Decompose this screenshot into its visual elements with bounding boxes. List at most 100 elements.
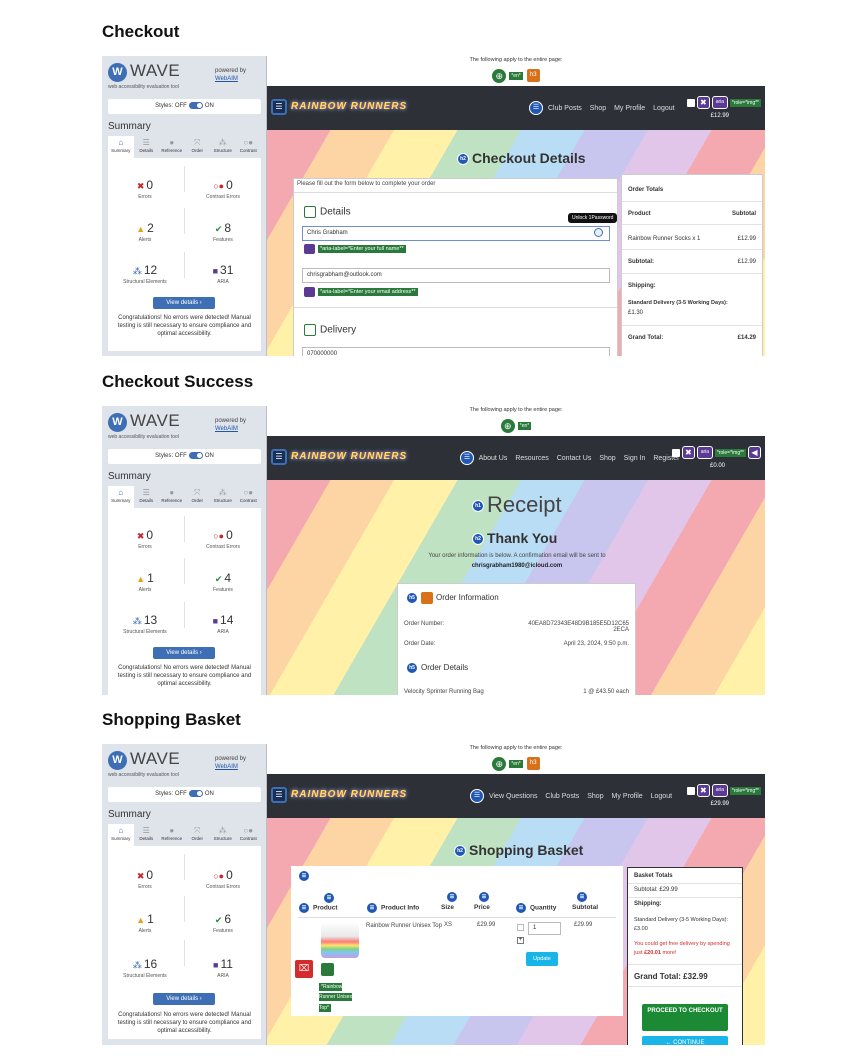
- stat-contrast[interactable]: ○● 0 Contrast Errors: [188, 528, 258, 550]
- tab-structure[interactable]: ⁂ Structure: [210, 136, 236, 158]
- nav-shop[interactable]: Shop: [590, 105, 606, 112]
- view-details-button[interactable]: View details ›: [153, 297, 215, 309]
- nav-my-profile[interactable]: My Profile: [614, 105, 645, 112]
- update-button[interactable]: Update: [526, 952, 558, 966]
- view-details-button[interactable]: View details ›: [153, 993, 215, 1005]
- tab-order[interactable]: ⤧ Order: [185, 486, 211, 508]
- stat-errors[interactable]: ✖ 0 Errors: [110, 868, 180, 890]
- brand-logo[interactable]: RAINBOW RUNNERS: [291, 451, 407, 462]
- styles-toggle-bar: Styles: OFF ON: [108, 99, 261, 114]
- nav-contact-us[interactable]: Contact Us: [557, 455, 592, 462]
- page-title: h2 Shopping Basket: [454, 842, 583, 858]
- tab-summary[interactable]: ⌂ Summary: [108, 136, 134, 158]
- tab-details[interactable]: ☰ Details: [134, 136, 160, 158]
- webaim-link[interactable]: WebAIM: [215, 75, 246, 83]
- stat-features[interactable]: ✔ 4 Features: [188, 571, 258, 593]
- stat-structural[interactable]: ⁂ 12 Structural Elements: [110, 263, 180, 285]
- nav-shop[interactable]: Shop: [599, 455, 615, 462]
- nav-logout[interactable]: Logout: [653, 105, 674, 112]
- tab-order[interactable]: ⤧ Order: [185, 136, 211, 158]
- h3-icon[interactable]: h3: [526, 757, 540, 771]
- stat-aria[interactable]: ■ 31 ARIA: [188, 263, 258, 285]
- styles-toggle[interactable]: [188, 789, 203, 797]
- tab-reference[interactable]: ● Reference: [159, 824, 185, 846]
- full-name-field[interactable]: Chris Grabham: [302, 226, 610, 241]
- stat-aria[interactable]: ■ 14 ARIA: [188, 613, 258, 635]
- nav-about-us[interactable]: About Us: [479, 455, 508, 462]
- stat-aria[interactable]: ■ 11 ARIA: [188, 957, 258, 979]
- phone-field[interactable]: 070000000: [302, 347, 610, 356]
- tab-order[interactable]: ⤧ Order: [185, 824, 211, 846]
- styles-toggle-bar: Styles: OFF ON: [108, 449, 261, 464]
- h3-icon[interactable]: h3: [526, 69, 540, 83]
- h5-icon: h5: [406, 662, 418, 674]
- wave-powered-by: powered by WebAIM: [215, 68, 247, 83]
- nav-logout[interactable]: Logout: [651, 793, 672, 800]
- decrement-button[interactable]: [517, 924, 524, 931]
- webaim-link[interactable]: WebAIM: [215, 425, 246, 433]
- info-icon: ●: [169, 138, 175, 147]
- tab-contrast[interactable]: ○● Contrast: [236, 486, 262, 508]
- view-details-button[interactable]: View details ›: [153, 647, 215, 659]
- list-icon: ☰: [142, 826, 150, 835]
- stat-contrast[interactable]: ○● 0 Contrast Errors: [188, 868, 258, 890]
- language-globe-icon[interactable]: ⊕: [492, 68, 507, 83]
- webaim-link[interactable]: WebAIM: [215, 763, 246, 771]
- language-globe-icon[interactable]: ⊕: [492, 756, 507, 771]
- styles-toggle[interactable]: [188, 451, 203, 459]
- bag-icon[interactable]: [686, 786, 695, 795]
- aria-label-email: *aria-label=*Enter your email address**: [304, 287, 418, 297]
- tab-structure[interactable]: ⁂ Structure: [210, 486, 236, 508]
- stat-features[interactable]: ✔ 8 Features: [188, 221, 258, 243]
- brand-logo[interactable]: RAINBOW RUNNERS: [291, 789, 407, 800]
- stat-structural[interactable]: ⁂ 13 Structural Elements: [110, 613, 180, 635]
- tab-summary[interactable]: ⌂ Summary: [108, 486, 134, 508]
- tab-reference[interactable]: ● Reference: [159, 486, 185, 508]
- stat-alerts[interactable]: ▲ 1 Alerts: [110, 571, 180, 593]
- language-globe-icon[interactable]: ⊕: [500, 418, 515, 433]
- stat-contrast[interactable]: ○● 0 Contrast Errors: [188, 178, 258, 200]
- nav-resources[interactable]: Resources: [515, 455, 548, 462]
- tab-contrast[interactable]: ○● Contrast: [236, 824, 262, 846]
- product-name[interactable]: Rainbow Runner Unisex Top: [366, 922, 442, 931]
- nav-club-posts[interactable]: Club Posts: [545, 793, 579, 800]
- summary-heading: Summary: [108, 121, 151, 132]
- proceed-to-checkout-button[interactable]: PROCEED TO CHECKOUT: [642, 1004, 728, 1031]
- bag-icon[interactable]: [686, 98, 695, 107]
- nav-shop[interactable]: Shop: [587, 793, 603, 800]
- nav-my-profile[interactable]: My Profile: [612, 793, 643, 800]
- site-navbar: ☰ RAINBOW RUNNERS ☰ About Us Resources C…: [267, 436, 765, 480]
- tab-details[interactable]: ☰ Details: [134, 824, 160, 846]
- stat-features[interactable]: ✔ 6 Features: [188, 912, 258, 934]
- tab-contrast[interactable]: ○● Contrast: [236, 136, 262, 158]
- product-image[interactable]: [321, 922, 359, 958]
- tab-structure[interactable]: ⁂ Structure: [210, 824, 236, 846]
- thank-you-heading: h2 Thank You: [472, 530, 557, 546]
- increment-button[interactable]: +: [517, 937, 524, 944]
- tab-summary[interactable]: ⌂ Summary: [108, 824, 134, 846]
- role-tag: *role=*img**: [729, 98, 761, 107]
- totals-header-row: Product Subtotal: [628, 211, 756, 217]
- tab-reference[interactable]: ● Reference: [159, 136, 185, 158]
- h2-icon: h2: [454, 845, 466, 858]
- trash-icon[interactable]: ⌧: [295, 960, 313, 978]
- tab-details[interactable]: ☰ Details: [134, 486, 160, 508]
- order-number: 40EA8D72343E48D9B185E5D12C65 2ECA: [528, 621, 629, 633]
- password-manager-icon[interactable]: [594, 228, 603, 237]
- nav-view-questions[interactable]: View Questions: [489, 793, 538, 800]
- basket-delivery: Standard Delivery (3-5 Working Days): £3…: [634, 917, 729, 932]
- stat-alerts[interactable]: ▲ 1 Alerts: [110, 912, 180, 934]
- stat-errors[interactable]: ✖ 0 Errors: [110, 528, 180, 550]
- brand-logo[interactable]: RAINBOW RUNNERS: [291, 101, 407, 112]
- styles-toggle[interactable]: [188, 101, 203, 109]
- stat-alerts[interactable]: ▲ 2 Alerts: [110, 221, 180, 243]
- quantity-input[interactable]: 1: [528, 922, 561, 935]
- continue-shopping-button[interactable]: ← CONTINUE: [642, 1036, 728, 1045]
- stat-errors[interactable]: ✖ 0 Errors: [110, 178, 180, 200]
- bag-icon[interactable]: [671, 448, 680, 457]
- delivery-heading: Delivery: [304, 324, 356, 336]
- stat-structural[interactable]: ⁂ 16 Structural Elements: [110, 957, 180, 979]
- nav-club-posts[interactable]: Club Posts: [548, 105, 582, 112]
- nav-sign-in[interactable]: Sign In: [624, 455, 646, 462]
- email-field[interactable]: chrisgrabham@outlook.com: [302, 268, 610, 283]
